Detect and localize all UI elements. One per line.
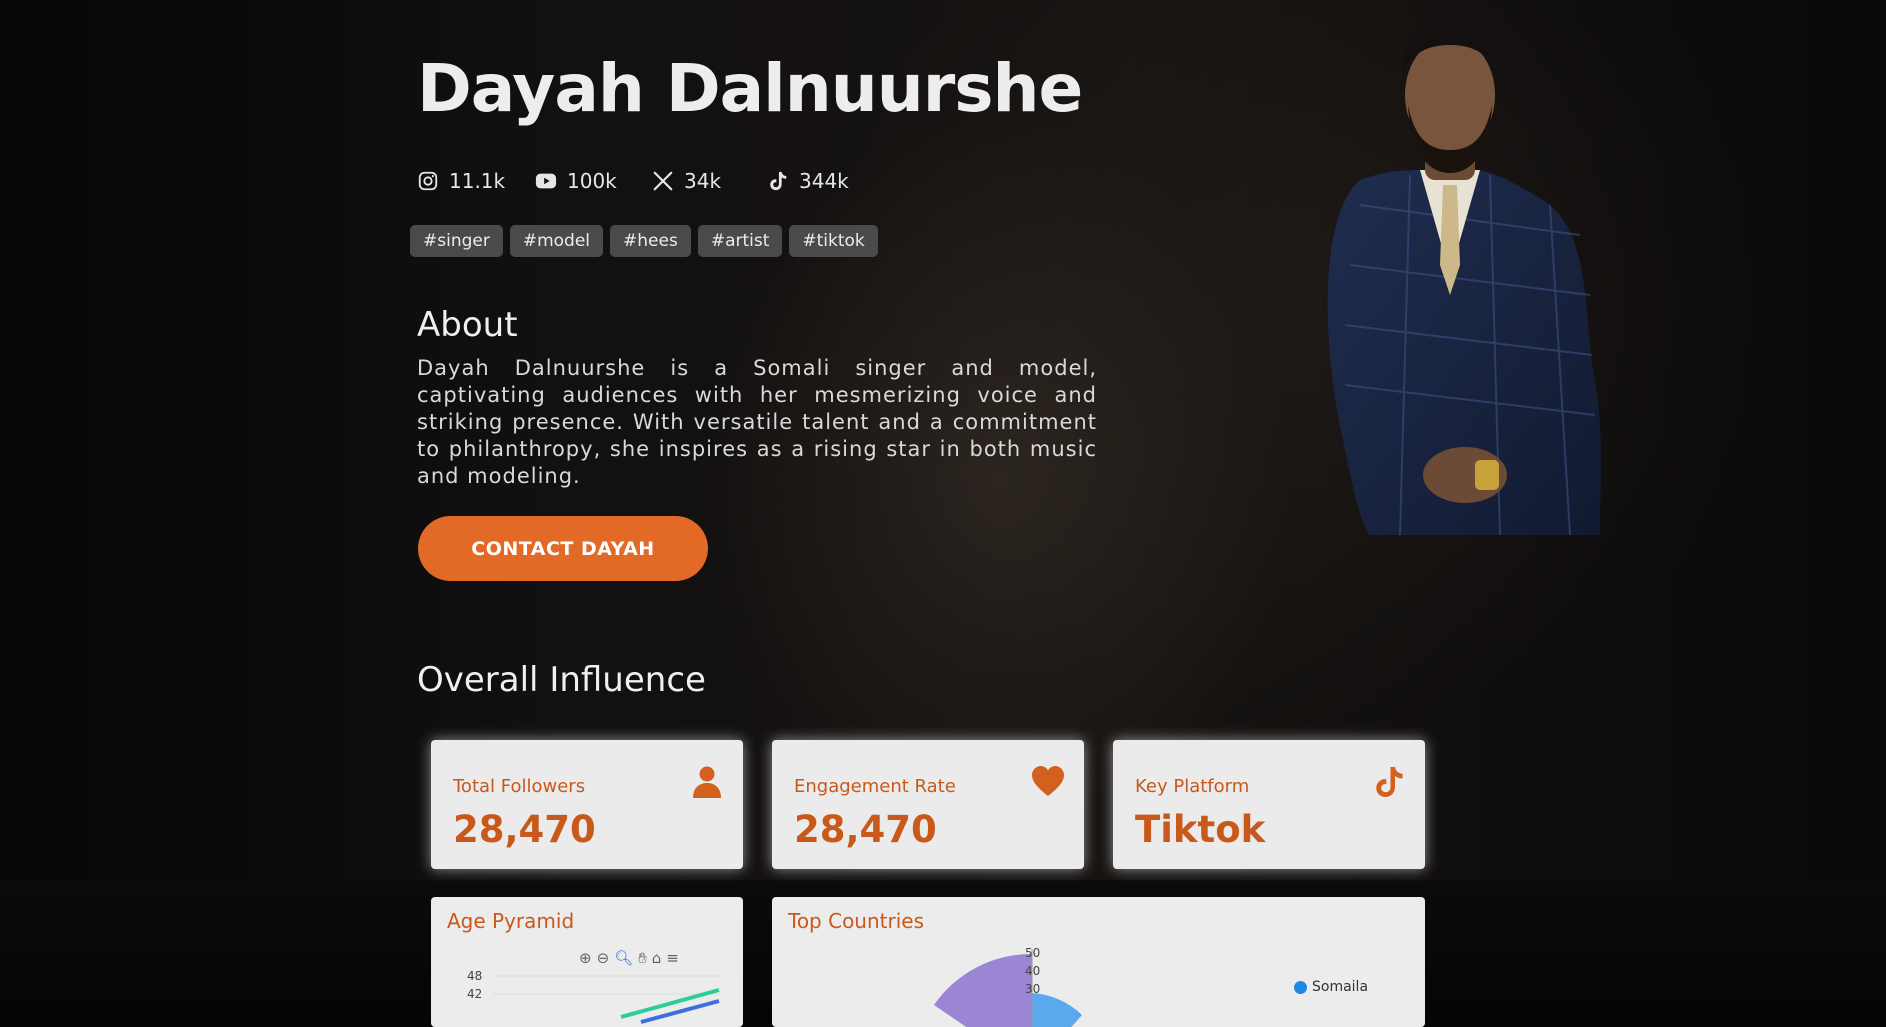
about-heading: About <box>417 305 518 345</box>
card-value: 28,470 <box>453 808 596 851</box>
legend-marker <box>1294 981 1307 994</box>
x-count: 34k <box>684 169 722 193</box>
total-followers-card: Total Followers 28,470 <box>431 740 743 869</box>
radial-tick: 50 <box>1025 946 1041 960</box>
youtube-icon <box>535 170 557 192</box>
profile-photo <box>1327 10 1601 535</box>
tag-artist[interactable]: #artist <box>697 225 783 257</box>
countries-chart-area <box>934 949 1082 1027</box>
tag-model[interactable]: #model <box>509 225 604 257</box>
tiktok-count: 344k <box>799 169 849 193</box>
instagram-icon <box>417 170 439 192</box>
youtube-count: 100k <box>567 169 617 193</box>
instagram-stat[interactable]: 11.1k <box>417 166 505 196</box>
card-value: Tiktok <box>1135 808 1266 851</box>
contact-button[interactable]: CONTACT DAYAH <box>418 516 708 581</box>
tag-singer[interactable]: #singer <box>410 225 503 257</box>
tag-list: #singer #model #hees #artist #tiktok <box>410 225 878 257</box>
youtube-stat[interactable]: 100k <box>535 166 617 196</box>
card-value: 28,470 <box>794 808 937 851</box>
radial-tick: 40 <box>1025 964 1041 978</box>
card-label: Total Followers <box>453 776 586 797</box>
heart-icon <box>1030 764 1066 800</box>
tiktok-icon <box>1371 764 1407 800</box>
about-text: Dayah Dalnuurshe is a Somali singer and … <box>417 356 1097 488</box>
influence-heading: Overall Influence <box>417 660 706 700</box>
tiktok-icon <box>767 170 789 192</box>
tiktok-stat[interactable]: 344k <box>767 166 849 196</box>
x-icon <box>652 170 674 192</box>
person-icon <box>689 764 725 800</box>
legend-label[interactable]: Somaila <box>1312 979 1368 995</box>
key-platform-card: Key Platform Tiktok <box>1113 740 1425 869</box>
tag-hees[interactable]: #hees <box>610 225 691 257</box>
x-stat[interactable]: 34k <box>652 166 721 196</box>
top-countries-panel: Top Countries 50 40 30 Somaila <box>772 897 1425 1027</box>
tag-tiktok[interactable]: #tiktok <box>789 225 878 257</box>
card-label: Engagement Rate <box>794 776 956 797</box>
age-pyramid-panel: Age Pyramid ⊕ ⊖ 🔍︎ ✋︎ ⌂ ≡ 48 42 <box>431 897 743 1027</box>
radial-tick: 30 <box>1025 982 1041 996</box>
instagram-count: 11.1k <box>449 169 506 193</box>
profile-name: Dayah Dalnuurshe <box>417 50 1083 127</box>
age-chart-area <box>493 975 721 1024</box>
engagement-rate-card: Engagement Rate 28,470 <box>772 740 1084 869</box>
card-label: Key Platform <box>1135 776 1250 797</box>
